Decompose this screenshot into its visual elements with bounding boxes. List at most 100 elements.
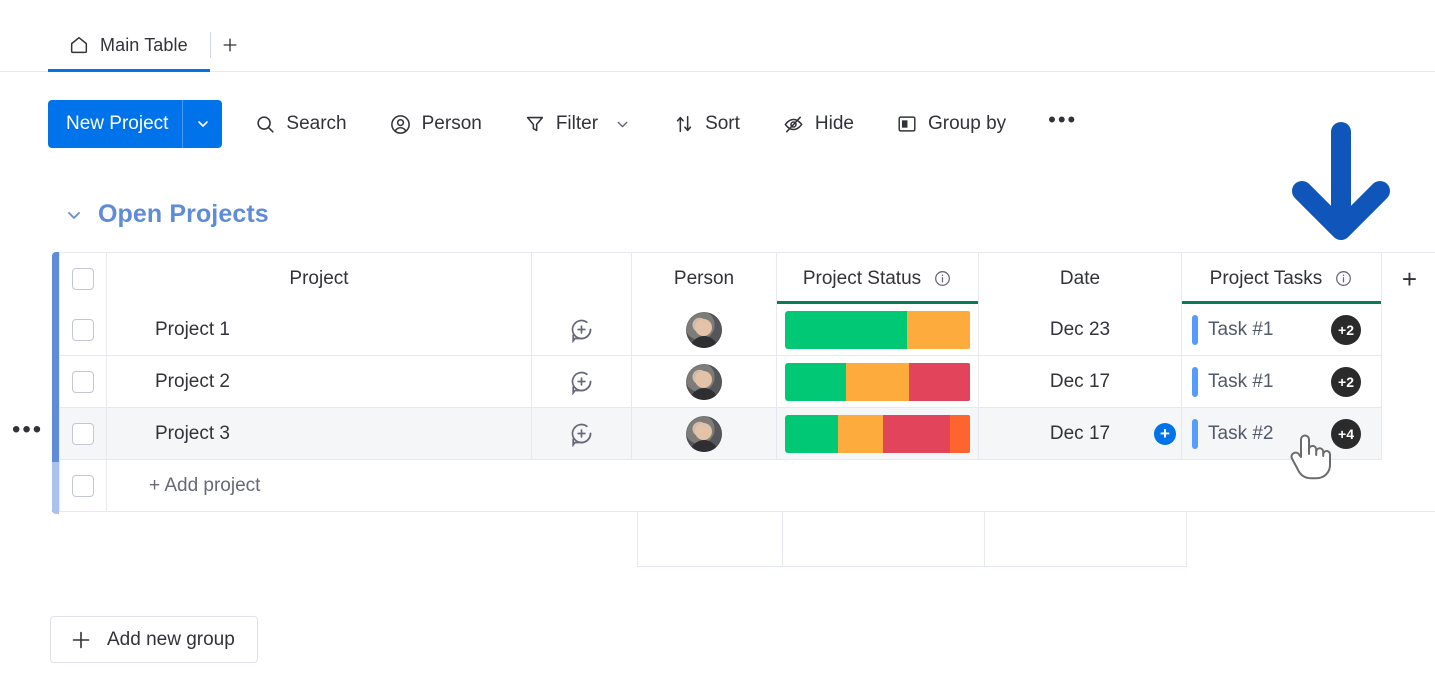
cell-project-status[interactable] [777, 304, 979, 356]
person-filter-button[interactable]: Person [379, 104, 492, 144]
task-count-badge[interactable]: +2 [1331, 366, 1361, 397]
cell-project-name[interactable]: Project 2 [107, 356, 532, 408]
tab-label: Main Table [100, 34, 188, 55]
task-label: Task #1 [1208, 370, 1274, 392]
hide-button[interactable]: Hide [772, 104, 864, 144]
status-segment [845, 362, 910, 401]
search-button[interactable]: Search [244, 104, 356, 144]
column-header-person[interactable]: Person [632, 252, 777, 304]
status-segment [907, 310, 971, 349]
table-row[interactable]: Project 1 Dec 23 Task #1 +2 [59, 304, 1435, 356]
avatar[interactable] [686, 363, 722, 400]
cell-date[interactable]: Dec 17 [979, 408, 1182, 460]
summary-cell-status [782, 512, 984, 567]
cell-project-tasks[interactable]: Task #1 +2 [1182, 304, 1382, 356]
app-root: Main Table New Project Search Person Fil… [0, 0, 1435, 692]
row-end-spacer [1382, 408, 1435, 460]
row-checkbox[interactable] [72, 422, 94, 445]
add-task-button[interactable]: + [1154, 422, 1176, 445]
cell-person[interactable] [632, 304, 777, 356]
sort-button[interactable]: Sort [663, 104, 750, 144]
column-header-date[interactable]: Date [979, 252, 1182, 304]
status-segment [784, 310, 908, 349]
task-count-badge[interactable]: +4 [1331, 418, 1361, 449]
add-tab-button[interactable] [213, 28, 247, 62]
cell-project-status[interactable] [777, 356, 979, 408]
task-count-badge[interactable]: +2 [1331, 314, 1361, 345]
status-segment [838, 414, 884, 453]
group-by-button[interactable]: Group by [886, 104, 1016, 144]
status-segment [784, 414, 839, 453]
cell-add-update[interactable] [532, 356, 632, 408]
tab-main-table[interactable]: Main Table [48, 18, 210, 72]
table-row[interactable]: Project 2 Dec 17 Task #1 +2 [59, 356, 1435, 408]
add-new-group-button[interactable]: Add new group [50, 616, 258, 663]
summary-row [637, 512, 1435, 567]
info-icon[interactable] [933, 269, 952, 288]
tab-bar-divider [0, 71, 1435, 72]
group-by-icon [896, 113, 918, 135]
add-column-button[interactable]: + [1382, 252, 1435, 304]
toolbar-more-button[interactable]: ••• [1038, 104, 1087, 144]
add-row-checkbox-cell[interactable] [59, 460, 107, 512]
select-all-checkbox[interactable] [72, 267, 94, 290]
chevron-down-icon[interactable] [614, 116, 631, 133]
cell-person[interactable] [632, 356, 777, 408]
sort-icon [673, 113, 695, 135]
add-comment-icon[interactable] [568, 420, 595, 447]
table-row[interactable]: Project 3 Dec 17 + Task #2 +4 [59, 408, 1435, 460]
row-checkbox-cell[interactable] [59, 356, 107, 408]
column-header-project[interactable]: Project [107, 252, 532, 304]
cell-project-tasks[interactable]: + Task #2 +4 [1154, 408, 1382, 460]
tab-divider [209, 32, 211, 58]
chevron-down-icon[interactable] [64, 205, 84, 225]
cell-date[interactable]: Dec 23 [979, 304, 1182, 356]
group-title[interactable]: Open Projects [98, 200, 269, 229]
cell-project-status[interactable] [777, 408, 979, 460]
search-icon [254, 113, 276, 135]
add-comment-icon[interactable] [568, 368, 595, 395]
sort-label: Sort [705, 113, 740, 134]
cell-date[interactable]: Dec 17 [979, 356, 1182, 408]
new-project-dropdown-button[interactable] [182, 100, 222, 148]
avatar[interactable] [686, 415, 722, 452]
avatar[interactable] [686, 311, 722, 348]
status-segment [950, 414, 971, 453]
cell-add-update[interactable] [532, 408, 632, 460]
project-name-label: Project 3 [155, 422, 230, 444]
row-menu-button[interactable]: ••• [12, 418, 43, 442]
row-end-spacer [1382, 356, 1435, 408]
row-checkbox-cell[interactable] [59, 304, 107, 356]
status-segment [883, 414, 951, 453]
filter-button[interactable]: Filter [514, 104, 641, 144]
date-label: Dec 17 [1049, 422, 1111, 444]
cell-person[interactable] [632, 408, 777, 460]
row-checkbox[interactable] [72, 370, 94, 393]
column-header-label: Project [289, 267, 349, 289]
column-header-project-tasks[interactable]: Project Tasks [1182, 252, 1382, 304]
task-color-bar [1192, 366, 1198, 397]
column-header-project-status[interactable]: Project Status [777, 252, 979, 304]
add-row-checkbox[interactable] [72, 474, 94, 497]
column-header-label: Project Tasks [1209, 267, 1323, 289]
add-project-row[interactable]: + Add project [59, 460, 1435, 512]
cell-add-update[interactable] [532, 304, 632, 356]
date-label: Dec 17 [1049, 370, 1111, 392]
tab-bar: Main Table [0, 0, 1435, 72]
cell-project-name[interactable]: Project 1 [107, 304, 532, 356]
plus-icon: + [1401, 263, 1418, 294]
task-label: Task #1 [1208, 318, 1274, 340]
add-project-cell[interactable]: + Add project [107, 460, 1435, 512]
new-project-button[interactable]: New Project [48, 100, 223, 148]
info-icon[interactable] [1334, 269, 1353, 288]
select-all-checkbox-cell[interactable] [59, 252, 107, 304]
search-label: Search [286, 113, 347, 134]
column-header-chat [532, 252, 632, 304]
cell-project-tasks[interactable]: Task #1 +2 [1182, 356, 1382, 408]
cell-project-name[interactable]: Project 3 [107, 408, 532, 460]
person-icon [389, 113, 412, 136]
add-comment-icon[interactable] [568, 316, 595, 343]
status-battery [784, 414, 971, 453]
row-checkbox[interactable] [72, 318, 94, 341]
row-checkbox-cell[interactable] [59, 408, 107, 460]
